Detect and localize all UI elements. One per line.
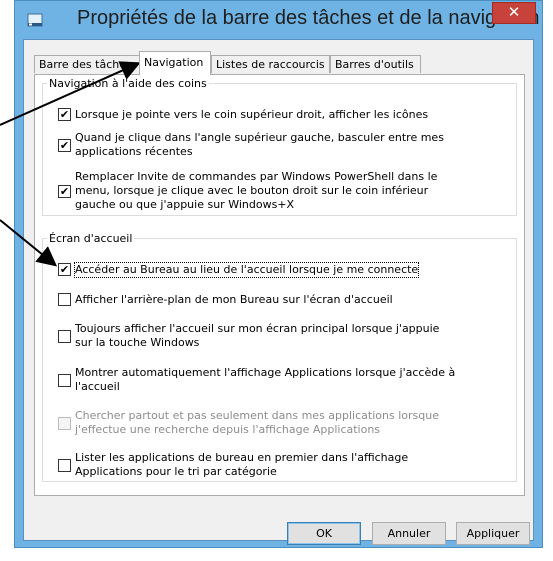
start-screen-group: Écran d'accueil ✔ Accéder au Bureau au l… [42,232,517,482]
navigation-corners-group: Navigation à l'aide des coins ✔ Lorsque … [42,77,517,216]
tab-strip: Barre des tâches Navigation Listes de ra… [34,51,524,75]
go-to-desktop-label: Accéder au Bureau au lieu de l'accueil l… [73,262,420,278]
search-everywhere-label-line-2: j'effectue une recherche depuis l'affich… [75,423,381,436]
replace-powershell-checkbox[interactable]: ✔ [58,185,71,198]
start-screen-legend: Écran d'accueil [49,232,133,245]
option-replace-powershell[interactable]: ✔ Remplacer Invite de commandes par Wind… [43,170,516,214]
option-show-start-main-screen[interactable]: Toujours afficher l'accueil sur mon écra… [43,322,516,352]
switch-recent-apps-label-line-2: applications récentes [75,145,193,158]
option-show-icons-top-right[interactable]: ✔ Lorsque je pointe vers le coin supérie… [43,107,516,123]
option-go-to-desktop[interactable]: ✔ Accéder au Bureau au lieu de l'accueil… [43,262,516,278]
option-search-everywhere: Chercher partout et pas seulement dans m… [43,409,516,439]
show-apps-view-checkbox[interactable] [58,374,71,387]
desktop-background-checkbox[interactable] [58,293,71,306]
search-everywhere-label-line-1: Chercher partout et pas seulement dans m… [75,409,439,422]
apply-button[interactable]: Appliquer [456,522,530,545]
tab-barres-d-outils[interactable]: Barres d'outils [330,55,421,73]
taskbar-properties-icon [27,13,43,27]
replace-powershell-label-line-1: Remplacer Invite de commandes par Window… [75,170,438,183]
ok-button[interactable]: OK [287,522,361,545]
tab-barre-des-taches[interactable]: Barre des tâches [34,55,140,73]
list-desktop-apps-first-checkbox[interactable] [58,459,71,472]
window-title: Propriétés de la barre des tâches et de … [77,7,540,29]
show-start-main-screen-label-line-2: sur la touche Windows [75,336,200,349]
tab-listes-de-raccourcis[interactable]: Listes de raccourcis [211,55,330,73]
list-desktop-apps-first-label-line-2: Applications pour le tri par catégorie [75,465,277,478]
list-desktop-apps-first-label-line-1: Lister les applications de bureau en pre… [75,451,409,464]
option-desktop-background[interactable]: Afficher l'arrière-plan de mon Bureau su… [43,292,516,308]
close-button[interactable]: ✕ [492,2,536,24]
dialog-client-area: Barre des tâches Navigation Listes de ra… [23,39,534,545]
navigation-corners-legend: Navigation à l'aide des coins [49,77,207,90]
show-start-main-screen-checkbox[interactable] [58,330,71,343]
show-icons-label: Lorsque je pointe vers le coin supérieur… [75,108,429,121]
navigation-tab-panel: Navigation à l'aide des coins ✔ Lorsque … [34,74,525,496]
tab-navigation[interactable]: Navigation [139,51,211,75]
show-start-main-screen-label-line-1: Toujours afficher l'accueil sur mon écra… [75,322,440,335]
option-show-apps-view[interactable]: Montrer automatiquement l'affichage Appl… [43,366,516,396]
title-bar[interactable]: Propriétés de la barre des tâches et de … [15,1,542,39]
replace-powershell-label-line-2: menu, lorsque je clique avec le bouton d… [75,184,429,197]
show-icons-checkbox[interactable]: ✔ [58,108,71,121]
option-switch-recent-apps[interactable]: ✔ Quand je clique dans l'angle supérieur… [43,131,516,161]
switch-recent-apps-label-line-1: Quand je clique dans l'angle supérieur g… [75,131,444,144]
switch-recent-apps-checkbox[interactable]: ✔ [58,139,71,152]
search-everywhere-checkbox [58,417,71,430]
desktop-background-label: Afficher l'arrière-plan de mon Bureau su… [75,293,393,306]
cancel-button[interactable]: Annuler [372,522,446,545]
option-list-desktop-apps-first[interactable]: Lister les applications de bureau en pre… [43,451,516,481]
go-to-desktop-checkbox[interactable]: ✔ [58,263,71,276]
show-apps-view-label-line-2: l'accueil [75,380,120,393]
show-apps-view-label-line-1: Montrer automatiquement l'affichage Appl… [75,366,456,379]
taskbar-properties-window: Propriétés de la barre des tâches et de … [14,0,543,548]
replace-powershell-label-line-3: gauche ou que j'appuie sur Windows+X [75,198,295,211]
